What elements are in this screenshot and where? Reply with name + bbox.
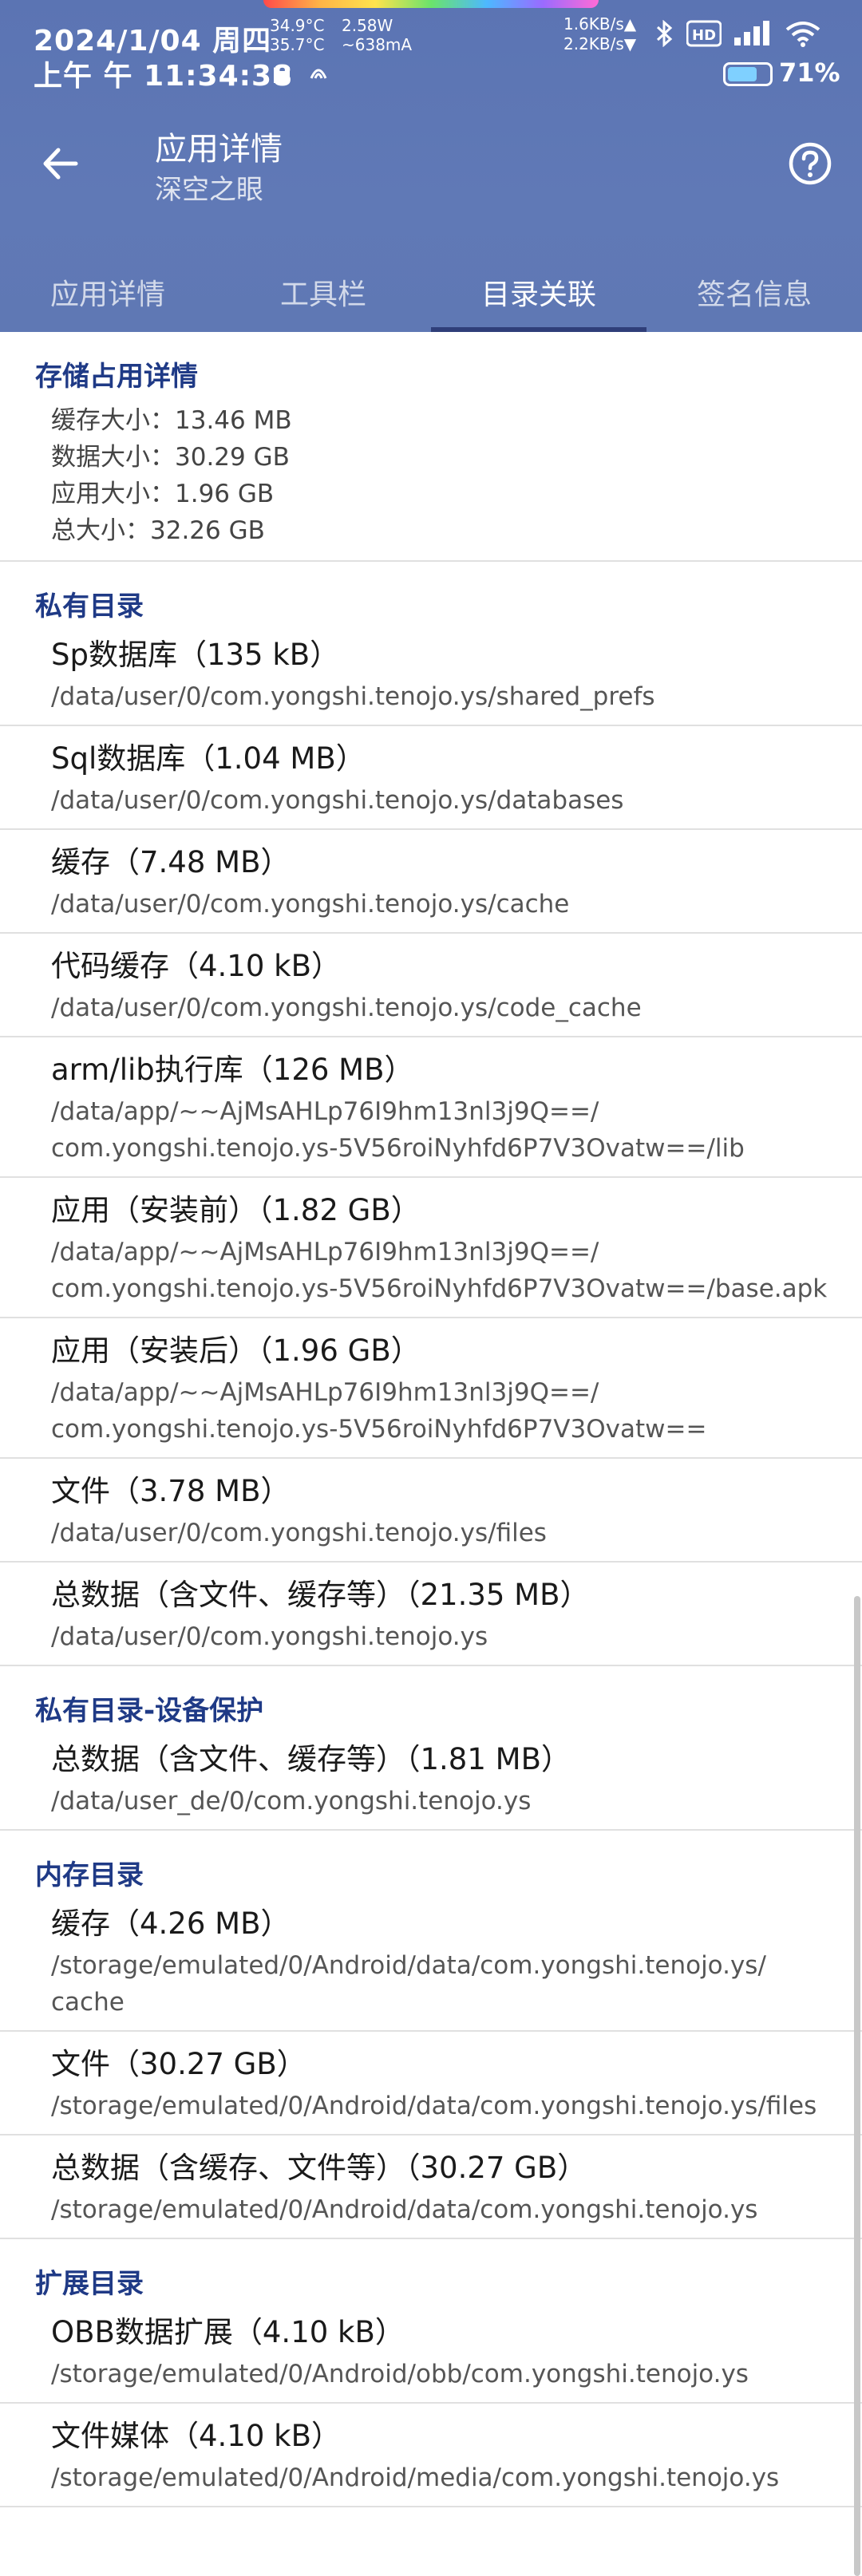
status-temp-bottom: 35.7°C [270,35,325,54]
battery-percent: 71% [779,57,840,88]
arrow-left-icon [43,148,78,180]
directory-item[interactable]: 文件（3.78 MB） /data/user/0/com.yongshi.teno… [0,1459,862,1561]
directory-name: 应用（安装前）（1.82 GB） [51,1193,421,1227]
directory-item[interactable]: OBB数据扩展（4.10 kB） /storage/emulated/0/Andr… [0,2309,862,2402]
bluetooth-icon [656,20,673,47]
directory-path: /storage/emulated/0/Android/media/com.yo… [51,2463,780,2492]
directory-name: OBB数据扩展（4.10 kB） [51,2315,405,2349]
section-title: 私有目录-设备保护 [35,1695,264,1727]
status-temp-top: 34.9°C [270,16,325,35]
directory-path: /data/user/0/com.yongshi.tenojo.ys/share… [51,682,655,711]
directory-item[interactable]: 总数据（含缓存、文件等）（30.27 GB） /storage/emulated/… [0,2135,862,2238]
section-title: 扩展目录 [35,2268,144,2300]
directory-path: com.yongshi.tenojo.ys-5V56roiNyhfd6P7V3O… [51,1274,828,1303]
status-current: ~638mA [342,35,413,54]
tab-signature-info[interactable]: 签名信息 [646,252,862,332]
section-title: 私有目录 [35,591,144,622]
directory-name: 总数据（含文件、缓存等）（1.81 MB） [51,1742,571,1776]
directory-path: /storage/emulated/0/Android/data/com.yon… [51,2092,817,2120]
battery-fill [728,67,757,81]
tab-app-details[interactable]: 应用详情 [0,252,216,332]
storage-line: 总大小：32.26 GB [51,516,265,545]
directory-name: 缓存（4.26 MB） [51,1906,291,1941]
nfc-icon [310,69,327,79]
wifi-icon [785,22,820,47]
status-net-speed: 1.6KB/s▲ 2.2KB/s▼ [563,14,636,54]
storage-details: 缓存大小：13.46 MB 数据大小：30.29 GB 应用大小：1.96 GB 总大… [0,402,862,549]
help-icon [789,142,832,185]
scrollbar[interactable] [854,1596,860,2576]
cat-icon [274,67,290,83]
directory-name: 总数据（含文件、缓存等）（21.35 MB） [51,1578,590,1612]
directory-name: 应用（安装后）（1.96 GB） [51,1333,421,1368]
tab-directory-links[interactable]: 目录关联 [431,252,646,332]
signal-icon [734,21,769,45]
directory-path: /storage/emulated/0/Android/data/com.yon… [51,2195,758,2224]
directory-item[interactable]: 代码缓存（4.10 kB） /data/user/0/com.yongshi.te… [0,934,862,1036]
directory-item[interactable]: 文件（30.27 GB） /storage/emulated/0/Android/… [0,2032,862,2134]
directory-name: 总数据（含缓存、文件等）（30.27 GB） [51,2151,587,2185]
help-button[interactable] [784,137,836,190]
directory-path: /data/user/0/com.yongshi.tenojo.ys [51,1622,488,1651]
directory-item[interactable]: arm/lib执行库（126 MB） /data/app/~~AjMsAHLp76… [0,1037,862,1176]
directory-path: /storage/emulated/0/Android/obb/com.yong… [51,2360,749,2388]
status-temperature: 34.9°C 35.7°C [270,16,325,54]
divider [0,2506,862,2507]
directory-path: /data/app/~~AjMsAHLp76I9hm13nl3j9Q==/ [51,1378,599,1407]
directory-path: /data/user/0/com.yongshi.tenojo.ys/datab… [51,786,624,815]
directory-name: 文件媒体（4.10 kB） [51,2419,341,2453]
directory-path: com.yongshi.tenojo.ys-5V56roiNyhfd6P7V3O… [51,1134,745,1163]
storage-line: 数据大小：30.29 GB [51,443,290,472]
section-title: 内存目录 [35,1859,144,1891]
directory-path: cache [51,1988,125,2017]
directory-item[interactable]: 应用（安装后）（1.96 GB） /data/app/~~AjMsAHLp76I9… [0,1318,862,1457]
directory-item[interactable]: 缓存（4.26 MB） /storage/emulated/0/Android/d… [0,1901,862,2030]
notch-indicator [263,0,599,8]
battery-icon [723,62,773,86]
directory-item[interactable]: 文件媒体（4.10 kB） /storage/emulated/0/Android… [0,2404,862,2506]
tab-bar: 应用详情 工具栏 目录关联 签名信息 [0,252,862,332]
directory-item[interactable]: 缓存（7.48 MB） /data/user/0/com.yongshi.teno… [0,830,862,932]
directory-item[interactable]: 总数据（含文件、缓存等）（21.35 MB） /data/user/0/com.y… [0,1563,862,1665]
directory-path: /data/user/0/com.yongshi.tenojo.ys/files [51,1519,547,1547]
directory-path: /storage/emulated/0/Android/data/com.yon… [51,1951,766,1980]
status-speed-up: 1.6KB/s▲ [563,14,637,34]
directory-name: arm/lib执行库（126 MB） [51,1053,414,1087]
storage-section-title: 存储占用详情 [35,361,198,393]
directory-name: 文件（30.27 GB） [51,2047,306,2081]
status-power: 2.58W ~638mA [342,16,412,54]
directory-path: /data/user_de/0/com.yongshi.tenojo.ys [51,1787,532,1815]
directory-path: com.yongshi.tenojo.ys-5V56roiNyhfd6P7V3O… [51,1415,707,1444]
hd-icon: HD [686,20,722,47]
directory-item[interactable]: Sql数据库（1.04 MB） /data/user/0/com.yongshi.… [0,726,862,828]
hd-label: HD [692,27,716,44]
directory-path: /data/user/0/com.yongshi.tenojo.ys/code_… [51,994,642,1022]
directory-item[interactable]: 应用（安装前）（1.82 GB） /data/app/~~AjMsAHLp76I9… [0,1178,862,1317]
directory-path: /data/user/0/com.yongshi.tenojo.ys/cache [51,890,570,919]
status-icons: HD [654,18,820,49]
directory-name: Sql数据库（1.04 MB） [51,741,366,776]
directory-name: Sp数据库（135 kB） [51,638,340,672]
directory-name: 代码缓存（4.10 kB） [51,949,341,983]
directory-list: 存储占用详情 缓存大小：13.46 MB 数据大小：30.29 GB 应用大小：1.… [0,332,862,2507]
app-bar: 2024/1/04 周四 上午 午 11:34:38 34.9°C 35.7°C… [0,0,862,332]
page-subtitle: 深空之眼 [155,174,263,206]
tab-toolbar[interactable]: 工具栏 [216,252,431,332]
directory-name: 文件（3.78 MB） [51,1474,291,1508]
status-speed-down: 2.2KB/s▼ [563,34,637,53]
status-watt: 2.58W [342,16,393,35]
storage-line: 缓存大小：13.46 MB [51,406,292,435]
directory-path: /data/app/~~AjMsAHLp76I9hm13nl3j9Q==/ [51,1238,599,1266]
status-time: 上午 午 11:34:38 [34,60,294,93]
back-button[interactable] [32,136,88,192]
storage-line: 应用大小：1.96 GB [51,480,275,508]
directory-item[interactable]: Sp数据库（135 kB） /data/user/0/com.yongshi.te… [0,632,862,725]
directory-name: 缓存（7.48 MB） [51,845,291,879]
directory-item[interactable]: 总数据（含文件、缓存等）（1.81 MB） /data/user_de/0/com… [0,1736,862,1829]
page-title: 应用详情 [155,131,283,168]
directory-path: /data/app/~~AjMsAHLp76I9hm13nl3j9Q==/ [51,1097,599,1126]
